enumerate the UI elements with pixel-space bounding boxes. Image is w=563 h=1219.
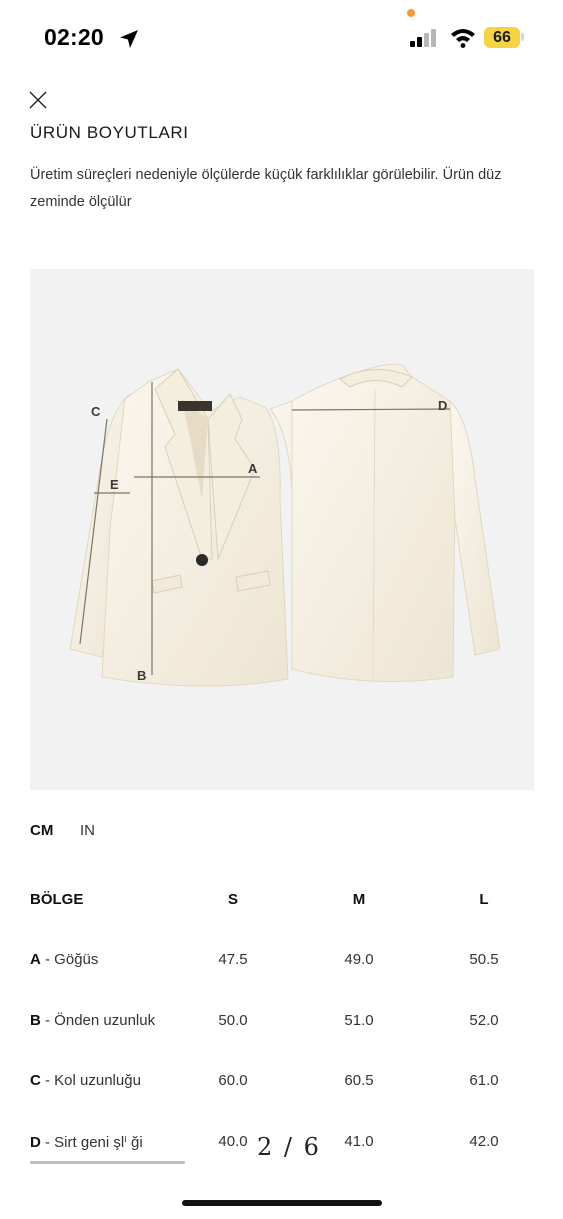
horizontal-scrollbar[interactable] [30, 1161, 185, 1164]
blazer-back [291, 363, 501, 682]
table-cell: 40.0 [218, 1133, 248, 1150]
table-row-a-label: A - Göğüs [30, 951, 98, 968]
table-cell: 50.0 [218, 1012, 248, 1029]
privacy-indicator-dot [407, 9, 415, 17]
row-name: - Göğüs [45, 951, 99, 968]
diagram-label-d: D [438, 398, 447, 413]
page-title: ÜRÜN BOYUTLARI [30, 123, 189, 142]
blazer-illustration: A B C D E [69, 363, 501, 687]
table-cell: 60.5 [344, 1072, 374, 1089]
diagram-label-a: A [248, 461, 258, 476]
unit-tab-in[interactable]: IN [80, 822, 95, 839]
diagram-label-c: C [91, 404, 101, 419]
signal-icon [410, 29, 436, 47]
table-row-d-label: D - Sirt geni şlⁱ ği [30, 1133, 143, 1151]
close-icon[interactable] [26, 88, 50, 112]
table-cell: 42.0 [469, 1133, 499, 1150]
table-header-region: BÖLGE [30, 891, 84, 908]
home-indicator[interactable] [182, 1200, 382, 1206]
table-cell: 47.5 [218, 951, 248, 968]
blazer-front [69, 368, 323, 687]
diagram-label-b: B [137, 668, 146, 683]
row-code: A [30, 951, 41, 968]
table-cell: 52.0 [469, 1012, 499, 1029]
table-row-b-label: B - Önden uzunluk [30, 1012, 155, 1029]
table-cell: 50.5 [469, 951, 499, 968]
table-header-m: M [352, 891, 366, 908]
product-size-diagram: A B C D E [30, 269, 534, 790]
diagram-label-e: E [110, 477, 119, 492]
row-code: C [30, 1072, 41, 1089]
page-description: Üretim süreçleri nedeniyle ölçülerde küç… [30, 167, 502, 210]
battery-tip [521, 33, 524, 41]
table-header-l: L [479, 891, 489, 908]
row-code: D [30, 1134, 41, 1151]
location-arrow-icon [120, 30, 138, 48]
table-row-c-label: C - Kol uzunluğu [30, 1072, 141, 1089]
unit-tab-cm[interactable]: CM [30, 822, 53, 839]
table-header-s: S [227, 891, 239, 908]
battery-icon: 66 [484, 27, 520, 48]
row-name: - Sirt geni şlⁱ ği [45, 1134, 143, 1151]
row-name: - Önden uzunluk [45, 1012, 156, 1029]
table-cell: 60.0 [218, 1072, 248, 1089]
wifi-icon [451, 29, 475, 48]
table-cell: 61.0 [469, 1072, 499, 1089]
page-indicator: 2 / 6 [257, 1133, 321, 1161]
table-cell: 49.0 [344, 951, 374, 968]
table-cell: 51.0 [344, 1012, 374, 1029]
status-time: 02:20 [44, 24, 104, 50]
row-code: B [30, 1012, 41, 1029]
battery-level: 66 [493, 28, 511, 46]
table-cell: 41.0 [344, 1133, 374, 1150]
row-name: - Kol uzunluğu [45, 1072, 141, 1089]
